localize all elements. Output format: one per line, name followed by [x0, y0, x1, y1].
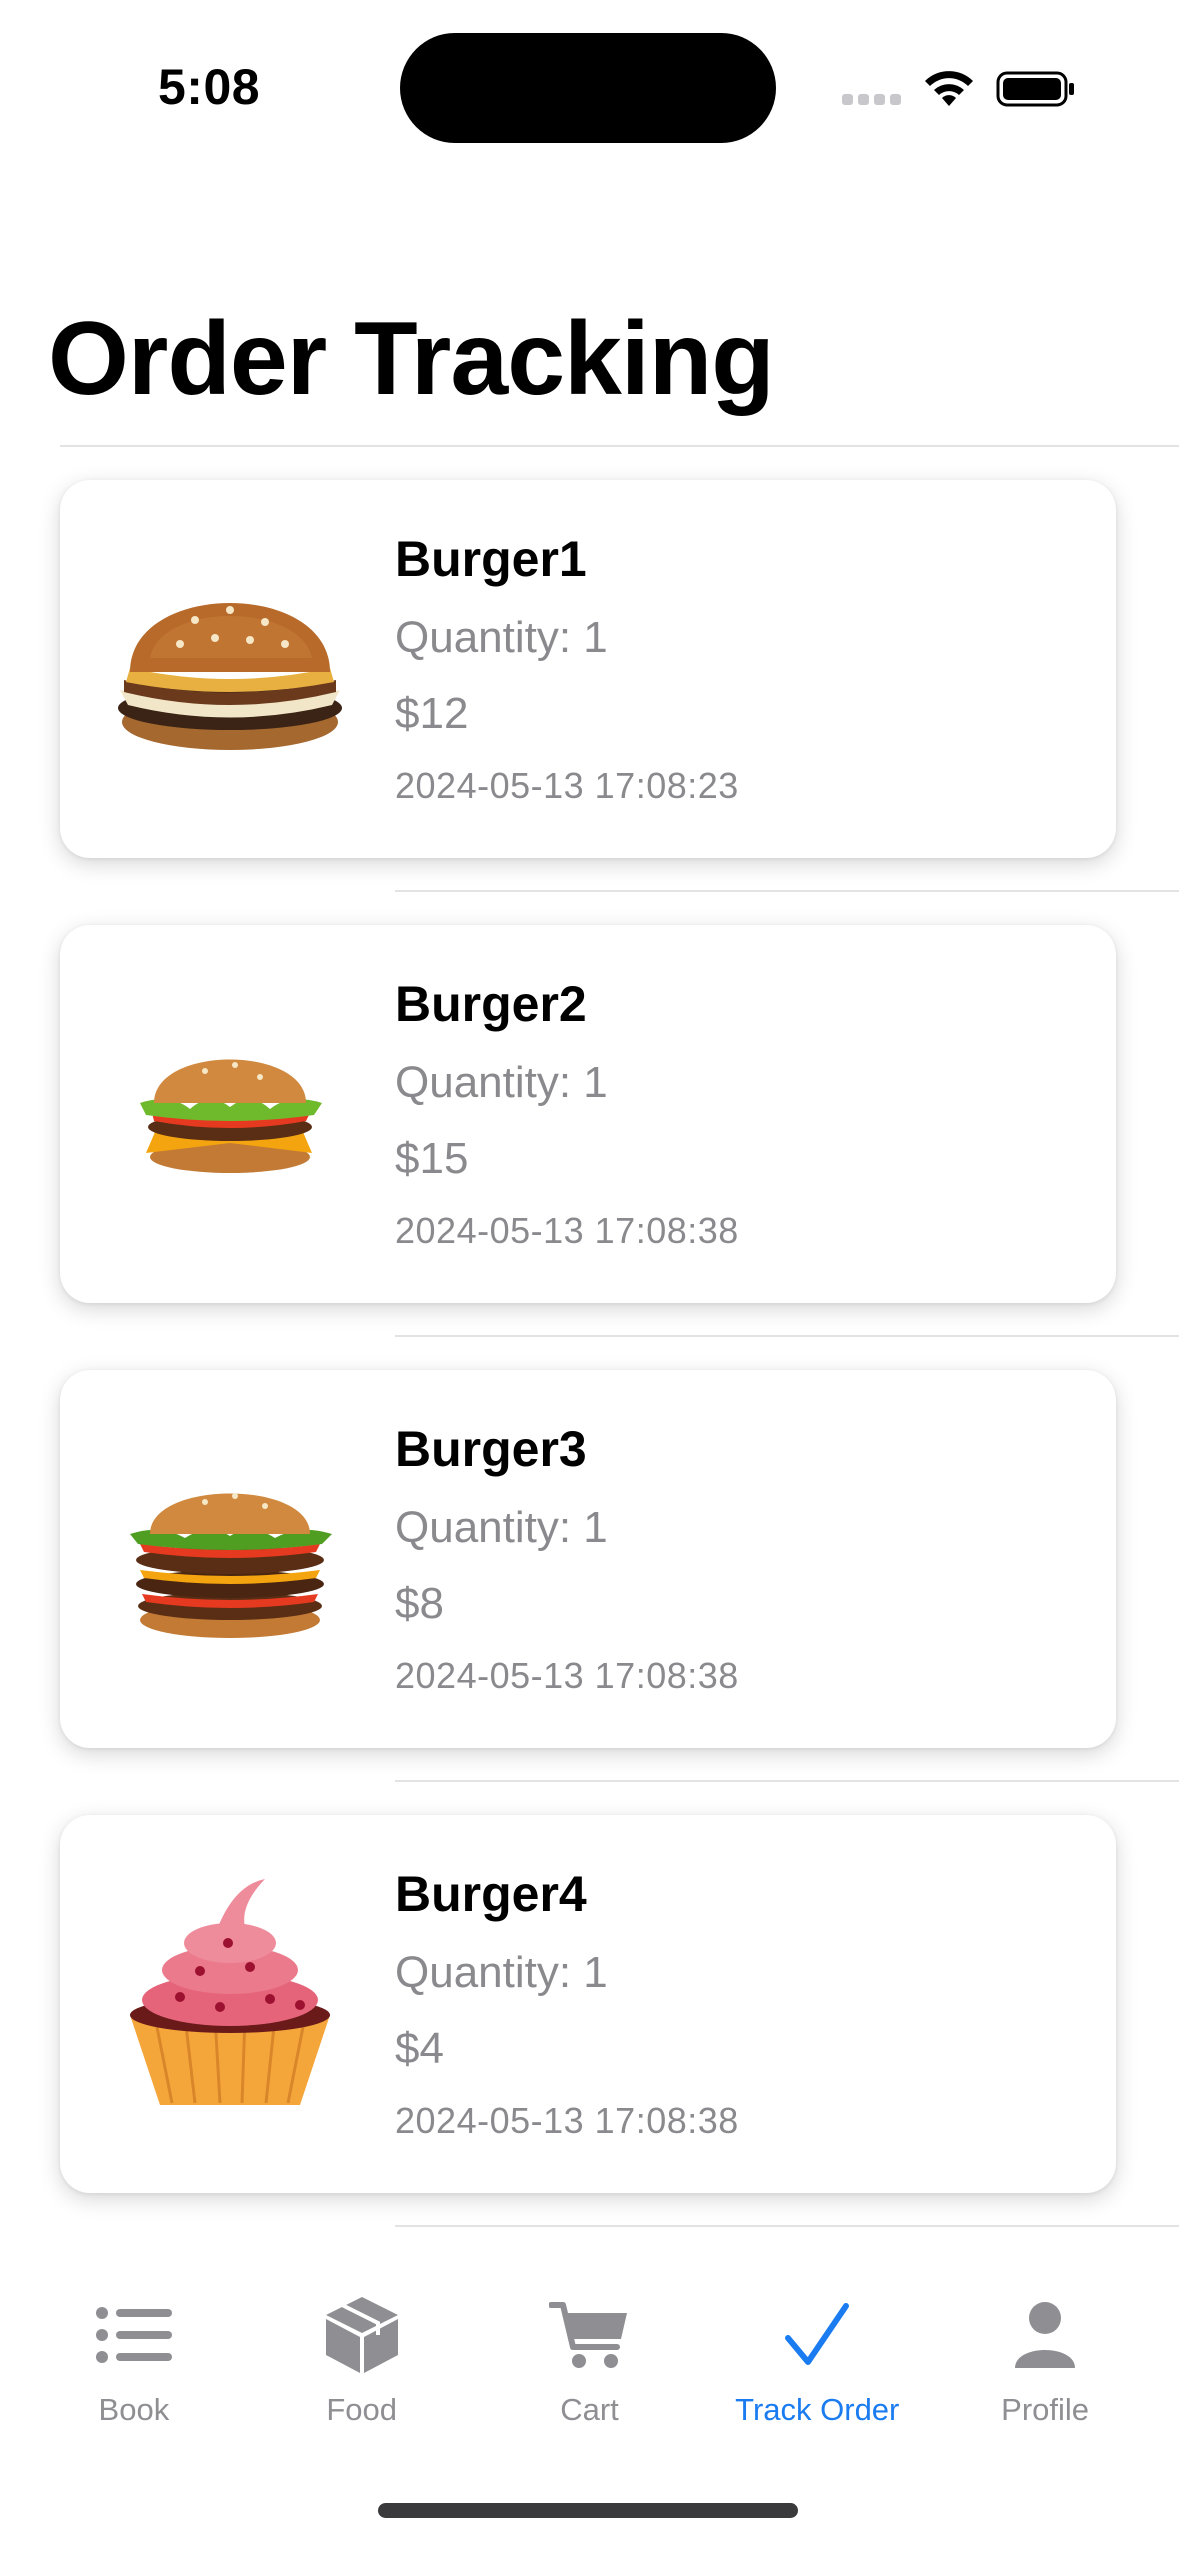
tab-profile[interactable]: Profile	[935, 2290, 1155, 2428]
divider	[395, 890, 1179, 892]
tab-food[interactable]: Food	[252, 2290, 472, 2428]
cupcake-image	[130, 1879, 330, 2105]
person-icon	[1015, 2302, 1076, 2368]
order-row[interactable]: Burger1 Quantity: 1 $12 2024-05-13 17:08…	[0, 480, 1179, 925]
item-quantity: Quantity: 1	[395, 1503, 608, 1552]
order-row[interactable]: Burger4 Quantity: 1 $4 2024-05-13 17:08:…	[0, 1815, 1179, 2260]
tab-book[interactable]: Book	[24, 2290, 244, 2428]
list-icon	[95, 2307, 172, 2363]
item-name: Burger2	[395, 976, 587, 1032]
order-card[interactable]: Burger2 Quantity: 1 $15 2024-05-13 17:08…	[60, 925, 1116, 1303]
battery-icon	[996, 71, 1074, 107]
cellular-signal-icon	[842, 94, 901, 105]
divider	[60, 445, 1179, 447]
tab-label: Food	[326, 2392, 398, 2427]
order-list[interactable]: Burger1 Quantity: 1 $12 2024-05-13 17:08…	[0, 480, 1179, 2260]
tab-label: Cart	[560, 2392, 619, 2427]
checkmark-icon	[785, 2303, 850, 2365]
order-timestamp: 2024-05-13 17:08:38	[395, 1655, 739, 1696]
order-timestamp: 2024-05-13 17:08:38	[395, 2100, 739, 2141]
order-card[interactable]: Burger4 Quantity: 1 $4 2024-05-13 17:08:…	[60, 1815, 1116, 2193]
cheeseburger-image	[140, 1059, 322, 1173]
item-price: $12	[395, 689, 469, 738]
item-price: $15	[395, 1134, 469, 1183]
divider	[395, 2225, 1179, 2227]
item-price: $4	[395, 2024, 444, 2073]
tab-label: Track Order	[735, 2392, 900, 2427]
double-burger-image	[130, 1493, 332, 1638]
item-quantity: Quantity: 1	[395, 613, 608, 662]
page-title: Order Tracking	[48, 301, 775, 417]
divider	[395, 1335, 1179, 1337]
order-timestamp: 2024-05-13 17:08:38	[395, 1210, 739, 1251]
tab-label: Profile	[1001, 2392, 1090, 2427]
order-card[interactable]: Burger3 Quantity: 1 $8 2024-05-13 17:08:…	[60, 1370, 1116, 1748]
tab-cart[interactable]: Cart	[479, 2290, 699, 2428]
item-quantity: Quantity: 1	[395, 1948, 608, 1997]
home-indicator[interactable]	[378, 2503, 798, 2518]
order-card[interactable]: Burger1 Quantity: 1 $12 2024-05-13 17:08…	[60, 480, 1116, 858]
order-row[interactable]: Burger2 Quantity: 1 $15 2024-05-13 17:08…	[0, 925, 1179, 1370]
wifi-icon	[925, 71, 973, 106]
item-name: Burger3	[395, 1421, 587, 1477]
status-time: 5:08	[158, 59, 261, 115]
box-icon	[325, 2297, 398, 2373]
divider	[395, 1780, 1179, 1782]
tab-bar: Book Food Cart Track Order Profile	[0, 2290, 1179, 2490]
item-name: Burger4	[395, 1866, 587, 1922]
tab-label: Book	[98, 2392, 170, 2427]
order-timestamp: 2024-05-13 17:08:23	[395, 765, 739, 806]
item-price: $8	[395, 1579, 444, 1628]
tab-track-order[interactable]: Track Order	[707, 2290, 927, 2428]
burger-image	[118, 603, 342, 750]
order-tracking-screen: 5:08 Order Tracking Burger1 Quantity: 1 …	[0, 0, 1179, 2556]
cart-icon	[549, 2302, 628, 2368]
order-row[interactable]: Burger3 Quantity: 1 $8 2024-05-13 17:08:…	[0, 1370, 1179, 1815]
item-name: Burger1	[395, 531, 587, 587]
item-quantity: Quantity: 1	[395, 1058, 608, 1107]
dynamic-island	[400, 33, 776, 143]
